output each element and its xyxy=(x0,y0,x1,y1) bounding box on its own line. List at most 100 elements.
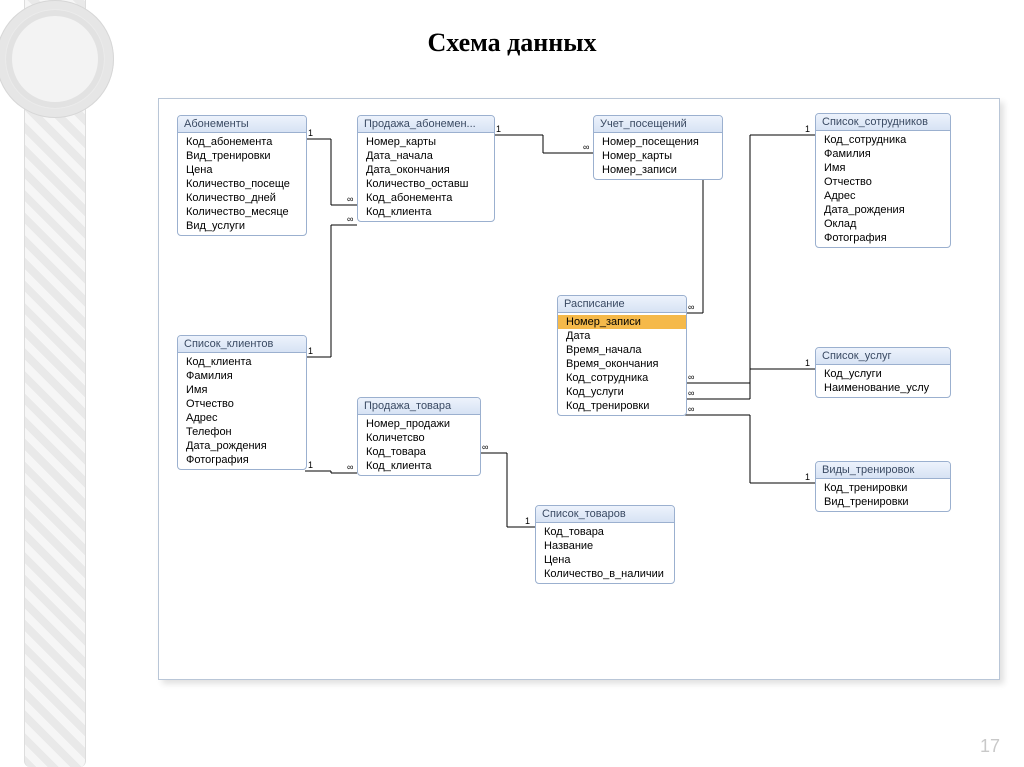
table-field[interactable]: Номер_продажи xyxy=(358,417,480,431)
table-fields: Номер_посещенияНомер_картыНомер_записи xyxy=(594,133,722,179)
table-field[interactable]: Время_окончания xyxy=(558,357,686,371)
table-field[interactable]: Фотография xyxy=(816,231,950,245)
table-field[interactable]: Название xyxy=(536,539,674,553)
svg-text:1: 1 xyxy=(496,124,501,134)
table-field[interactable]: Код_услуги xyxy=(816,367,950,381)
table-sotrudniki[interactable]: Список_сотрудниковКод_сотрудникаФамилияИ… xyxy=(815,113,951,248)
slide-title: Схема данных xyxy=(0,28,1024,58)
table-field[interactable]: Код_клиента xyxy=(358,205,494,219)
table-header[interactable]: Виды_тренировок xyxy=(816,462,950,479)
table-field[interactable]: Номер_записи xyxy=(594,163,722,177)
table-fields: Номер_продажиКоличетсвоКод_товараКод_кли… xyxy=(358,415,480,475)
table-field[interactable]: Телефон xyxy=(178,425,306,439)
table-fields: Номер_картыДата_началаДата_окончанияКоли… xyxy=(358,133,494,221)
table-field[interactable]: Код_тренировки xyxy=(816,481,950,495)
table-field[interactable]: Дата_рождения xyxy=(178,439,306,453)
table-field[interactable]: Код_товара xyxy=(358,445,480,459)
table-header[interactable]: Продажа_абонемен... xyxy=(358,116,494,133)
table-field[interactable]: Время_начала xyxy=(558,343,686,357)
table-header[interactable]: Продажа_товара xyxy=(358,398,480,415)
svg-text:∞: ∞ xyxy=(688,388,694,398)
table-abonementy[interactable]: АбонементыКод_абонементаВид_тренировкиЦе… xyxy=(177,115,307,236)
table-field[interactable]: Дата_начала xyxy=(358,149,494,163)
table-field[interactable]: Код_клиента xyxy=(178,355,306,369)
svg-text:∞: ∞ xyxy=(688,404,694,414)
svg-text:1: 1 xyxy=(805,124,810,134)
svg-text:∞: ∞ xyxy=(482,442,488,452)
table-field[interactable]: Номер_карты xyxy=(358,135,494,149)
table-header[interactable]: Абонементы xyxy=(178,116,306,133)
table-header[interactable]: Учет_посещений xyxy=(594,116,722,133)
table-field[interactable]: Код_тренировки xyxy=(558,399,686,413)
table-fields: Номер_записиДатаВремя_началаВремя_оконча… xyxy=(558,313,686,415)
table-field[interactable]: Номер_записи xyxy=(558,315,686,329)
table-fields: Код_сотрудникаФамилияИмяОтчествоАдресДат… xyxy=(816,131,950,247)
table-field[interactable]: Количество_в_наличии xyxy=(536,567,674,581)
table-fields: Код_абонементаВид_тренировкиЦенаКоличест… xyxy=(178,133,306,235)
table-raspisanie[interactable]: РасписаниеНомер_записиДатаВремя_началаВр… xyxy=(557,295,687,416)
svg-text:1: 1 xyxy=(805,472,810,482)
table-header[interactable]: Список_клиентов xyxy=(178,336,306,353)
svg-text:∞: ∞ xyxy=(347,214,353,224)
table-field[interactable]: Номер_посещения xyxy=(594,135,722,149)
table-field[interactable]: Количество_месяце xyxy=(178,205,306,219)
table-field[interactable]: Вид_услуги xyxy=(178,219,306,233)
table-field[interactable]: Код_сотрудника xyxy=(816,133,950,147)
table-field[interactable]: Код_сотрудника xyxy=(558,371,686,385)
svg-text:1: 1 xyxy=(805,358,810,368)
table-field[interactable]: Цена xyxy=(536,553,674,567)
table-field[interactable]: Фамилия xyxy=(816,147,950,161)
table-prodazha_abon[interactable]: Продажа_абонемен...Номер_картыДата_начал… xyxy=(357,115,495,222)
table-field[interactable]: Цена xyxy=(178,163,306,177)
table-tovary[interactable]: Список_товаровКод_товараНазваниеЦенаКоли… xyxy=(535,505,675,584)
table-field[interactable]: Наименование_услу xyxy=(816,381,950,395)
table-field[interactable]: Код_абонемента xyxy=(358,191,494,205)
svg-text:1: 1 xyxy=(308,128,313,138)
table-field[interactable]: Отчество xyxy=(816,175,950,189)
table-header[interactable]: Список_услуг xyxy=(816,348,950,365)
table-field[interactable]: Дата_окончания xyxy=(358,163,494,177)
table-field[interactable]: Адрес xyxy=(178,411,306,425)
svg-text:∞: ∞ xyxy=(347,462,353,472)
svg-text:∞: ∞ xyxy=(583,142,589,152)
table-field[interactable]: Фамилия xyxy=(178,369,306,383)
table-field[interactable]: Дата xyxy=(558,329,686,343)
table-field[interactable]: Отчество xyxy=(178,397,306,411)
table-prodazha_tov[interactable]: Продажа_товараНомер_продажиКоличетсвоКод… xyxy=(357,397,481,476)
table-field[interactable]: Дата_рождения xyxy=(816,203,950,217)
table-field[interactable]: Фотография xyxy=(178,453,306,467)
table-fields: Код_товараНазваниеЦенаКоличество_в_налич… xyxy=(536,523,674,583)
table-uchet[interactable]: Учет_посещенийНомер_посещенияНомер_карты… xyxy=(593,115,723,180)
table-fields: Код_клиентаФамилияИмяОтчествоАдресТелефо… xyxy=(178,353,306,469)
svg-text:∞: ∞ xyxy=(688,302,694,312)
table-trenirovki[interactable]: Виды_тренировокКод_тренировкиВид_трениро… xyxy=(815,461,951,512)
table-field[interactable]: Количество_дней xyxy=(178,191,306,205)
table-header[interactable]: Список_сотрудников xyxy=(816,114,950,131)
table-header[interactable]: Расписание xyxy=(558,296,686,313)
svg-text:∞: ∞ xyxy=(688,372,694,382)
svg-text:1: 1 xyxy=(308,460,313,470)
table-field[interactable]: Код_услуги xyxy=(558,385,686,399)
slide-decoration xyxy=(0,0,140,767)
slide-number: 17 xyxy=(980,736,1000,757)
table-field[interactable]: Количетсво xyxy=(358,431,480,445)
table-klienty[interactable]: Список_клиентовКод_клиентаФамилияИмяОтче… xyxy=(177,335,307,470)
table-uslugi[interactable]: Список_услуг Код_услугиНаименование_услу xyxy=(815,347,951,398)
table-field[interactable]: Имя xyxy=(178,383,306,397)
table-fields: Код_тренировкиВид_тренировки xyxy=(816,479,950,511)
table-field[interactable]: Вид_тренировки xyxy=(178,149,306,163)
table-field[interactable]: Количество_посеще xyxy=(178,177,306,191)
table-field[interactable]: Количество_оставш xyxy=(358,177,494,191)
table-field[interactable]: Код_клиента xyxy=(358,459,480,473)
table-field[interactable]: Оклад xyxy=(816,217,950,231)
svg-text:1: 1 xyxy=(308,346,313,356)
table-field[interactable]: Номер_карты xyxy=(594,149,722,163)
table-field[interactable]: Код_абонемента xyxy=(178,135,306,149)
table-header[interactable]: Список_товаров xyxy=(536,506,674,523)
table-field[interactable]: Код_товара xyxy=(536,525,674,539)
schema-canvas: 1∞1∞1∞1∞∞1∞1∞1∞1∞1 АбонементыКод_абонеме… xyxy=(158,98,1000,680)
table-field[interactable]: Вид_тренировки xyxy=(816,495,950,509)
table-field[interactable]: Имя xyxy=(816,161,950,175)
svg-text:∞: ∞ xyxy=(347,194,353,204)
table-field[interactable]: Адрес xyxy=(816,189,950,203)
